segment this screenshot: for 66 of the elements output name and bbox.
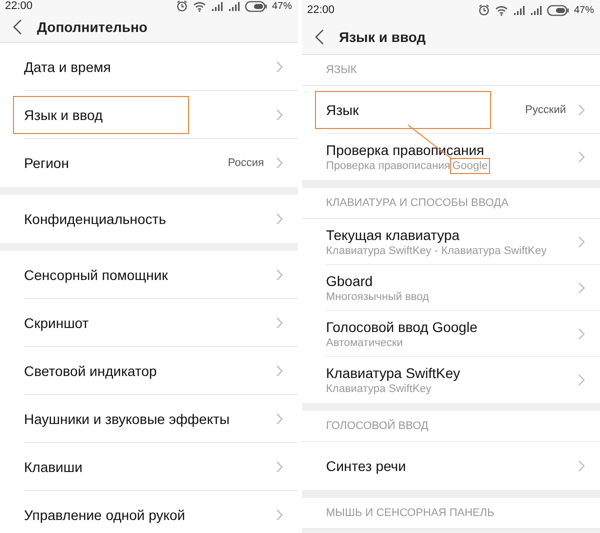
chevron-icon (276, 461, 283, 473)
item-subtitle: Проверка правописания Google (326, 160, 491, 172)
item-label: Конфиденциальность (24, 211, 168, 227)
section-header: КЛАВИАТУРА И СПОСОБЫ ВВОДА (326, 197, 508, 209)
chevron-icon (276, 269, 283, 281)
item-label: Скриншот (24, 315, 90, 331)
item-label: Клавиши (24, 459, 84, 475)
chevron-icon (276, 213, 283, 225)
item-label: Управление одной рукой (24, 507, 186, 523)
chevron-icon (276, 509, 283, 521)
status-time: 22:00 (5, 0, 33, 12)
battery-percent: 47% (574, 4, 594, 16)
settings-item[interactable]: Конфиденциальность (0, 195, 298, 243)
section-header: ЯЗЫК (326, 64, 357, 76)
item-label: Клавиатура SwiftKey (326, 365, 462, 381)
item-label: Синтез речи (326, 458, 407, 474)
section-header: ГОЛОСОВОЙ ВВОД (326, 420, 428, 432)
battery-percent: 47% (272, 0, 292, 12)
item-subtitle: Многоязычный ввод (326, 291, 430, 303)
chevron-icon (276, 157, 283, 169)
signal-icon (530, 5, 542, 15)
wifi-icon (494, 4, 508, 16)
status-time: 22:00 (307, 4, 335, 16)
item-value: Россия (228, 157, 264, 169)
chevron-icon (578, 236, 585, 248)
item-label: Сенсорный помощник (24, 267, 169, 283)
chevron-icon (578, 104, 585, 116)
chevron-icon (276, 413, 283, 425)
chevron-icon (276, 365, 283, 377)
settings-item[interactable]: Клавиатура SwiftKey Клавиатура SwiftKey (302, 357, 600, 403)
chevron-icon (276, 317, 283, 329)
signal-icon (512, 5, 525, 15)
chevron-icon (578, 151, 585, 163)
settings-item[interactable]: Регион Россия (0, 139, 298, 187)
section-header: МЫШЬ И СЕНСОРНАЯ ПАНЕЛЬ (326, 507, 494, 519)
item-subtitle: Клавиатура SwiftKey - Клавиатура SwiftKey (326, 245, 548, 257)
item-label: Gboard (326, 273, 374, 289)
item-label: Наушники и звуковые эффекты (24, 411, 231, 427)
settings-item[interactable]: Синтез речи (302, 442, 600, 490)
chevron-icon (578, 282, 585, 294)
battery-icon (244, 0, 267, 12)
item-subtitle: Клавиатура SwiftKey (326, 383, 432, 395)
item-subtitle: Автоматически (326, 337, 404, 349)
chevron-icon (578, 374, 585, 386)
alarm-icon (478, 4, 490, 16)
chevron-icon (578, 328, 585, 340)
alarm-icon (176, 0, 188, 12)
chevron-icon (276, 109, 283, 121)
screen-title: Язык и ввод (339, 29, 426, 45)
item-label: Язык и ввод (24, 107, 104, 123)
item-label: Световой индикатор (24, 363, 158, 379)
item-label: Текущая клавиатура (326, 227, 461, 243)
item-label: Дата и время (24, 59, 112, 75)
battery-icon (546, 4, 569, 16)
chevron-icon (578, 460, 585, 472)
item-label: Регион (24, 155, 70, 171)
chevron-icon (276, 61, 283, 73)
signal-icon (210, 1, 223, 11)
wifi-icon (192, 0, 206, 12)
item-value: Русский (525, 104, 566, 116)
highlighted-word: Google (450, 158, 490, 174)
item-label: Голосовой ввод Google (326, 319, 478, 335)
screen-title: Дополнительно (37, 19, 148, 35)
settings-item[interactable]: Управление одной рукой (0, 491, 298, 533)
signal-icon (228, 1, 240, 11)
item-label: Язык (326, 102, 360, 118)
